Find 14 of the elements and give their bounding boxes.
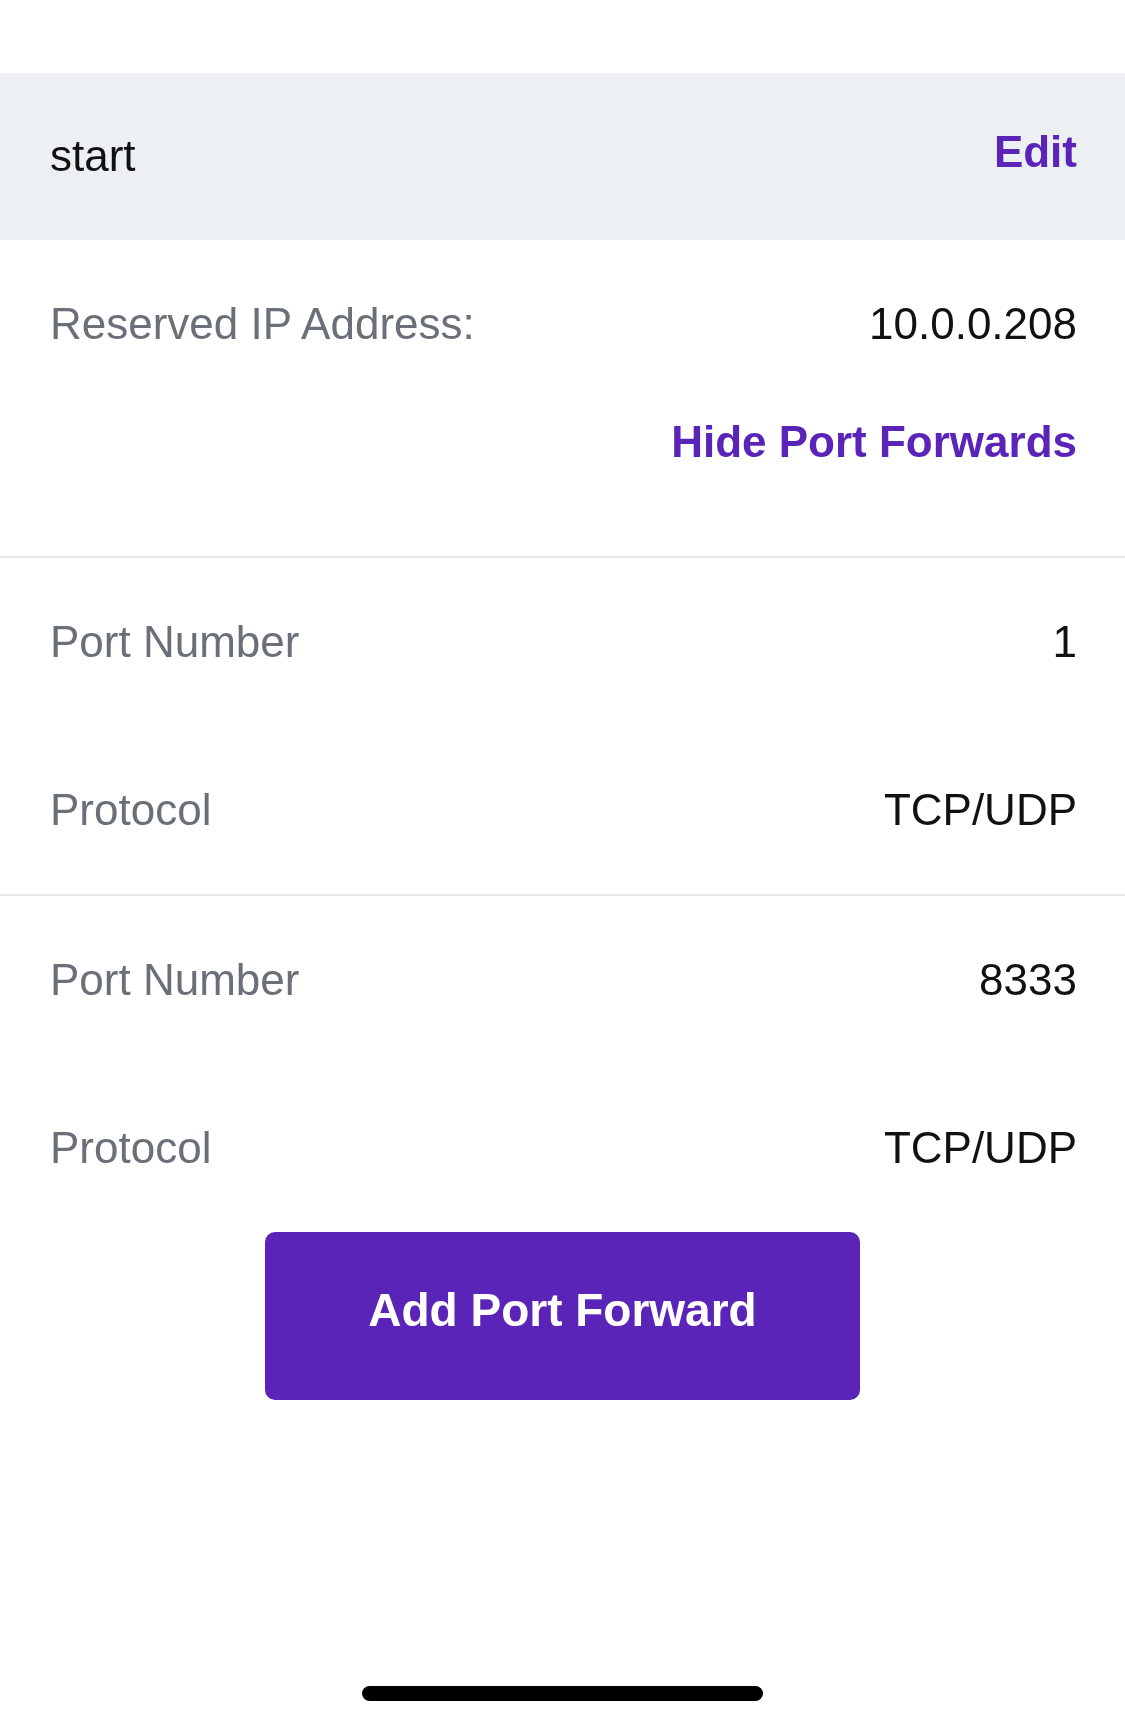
- field-label: Reserved IP Address:: [50, 297, 475, 350]
- field-label: Protocol: [50, 783, 212, 836]
- field-value: 10.0.0.208: [869, 297, 1077, 350]
- field-label: Port Number: [50, 615, 300, 668]
- device-name: start: [50, 130, 136, 183]
- field-value: TCP/UDP: [883, 783, 1077, 836]
- field-label: Protocol: [50, 1121, 212, 1174]
- field-value: TCP/UDP: [883, 1121, 1077, 1174]
- field-value: 1: [1052, 615, 1077, 668]
- edit-link[interactable]: Edit: [993, 126, 1077, 179]
- field-label: Port Number: [50, 953, 300, 1006]
- field-value: 8333: [979, 953, 1077, 1006]
- hide-port-forwards-link[interactable]: Hide Port Forwards: [671, 416, 1077, 469]
- add-port-forward-button[interactable]: Add Port Forward: [265, 1232, 860, 1400]
